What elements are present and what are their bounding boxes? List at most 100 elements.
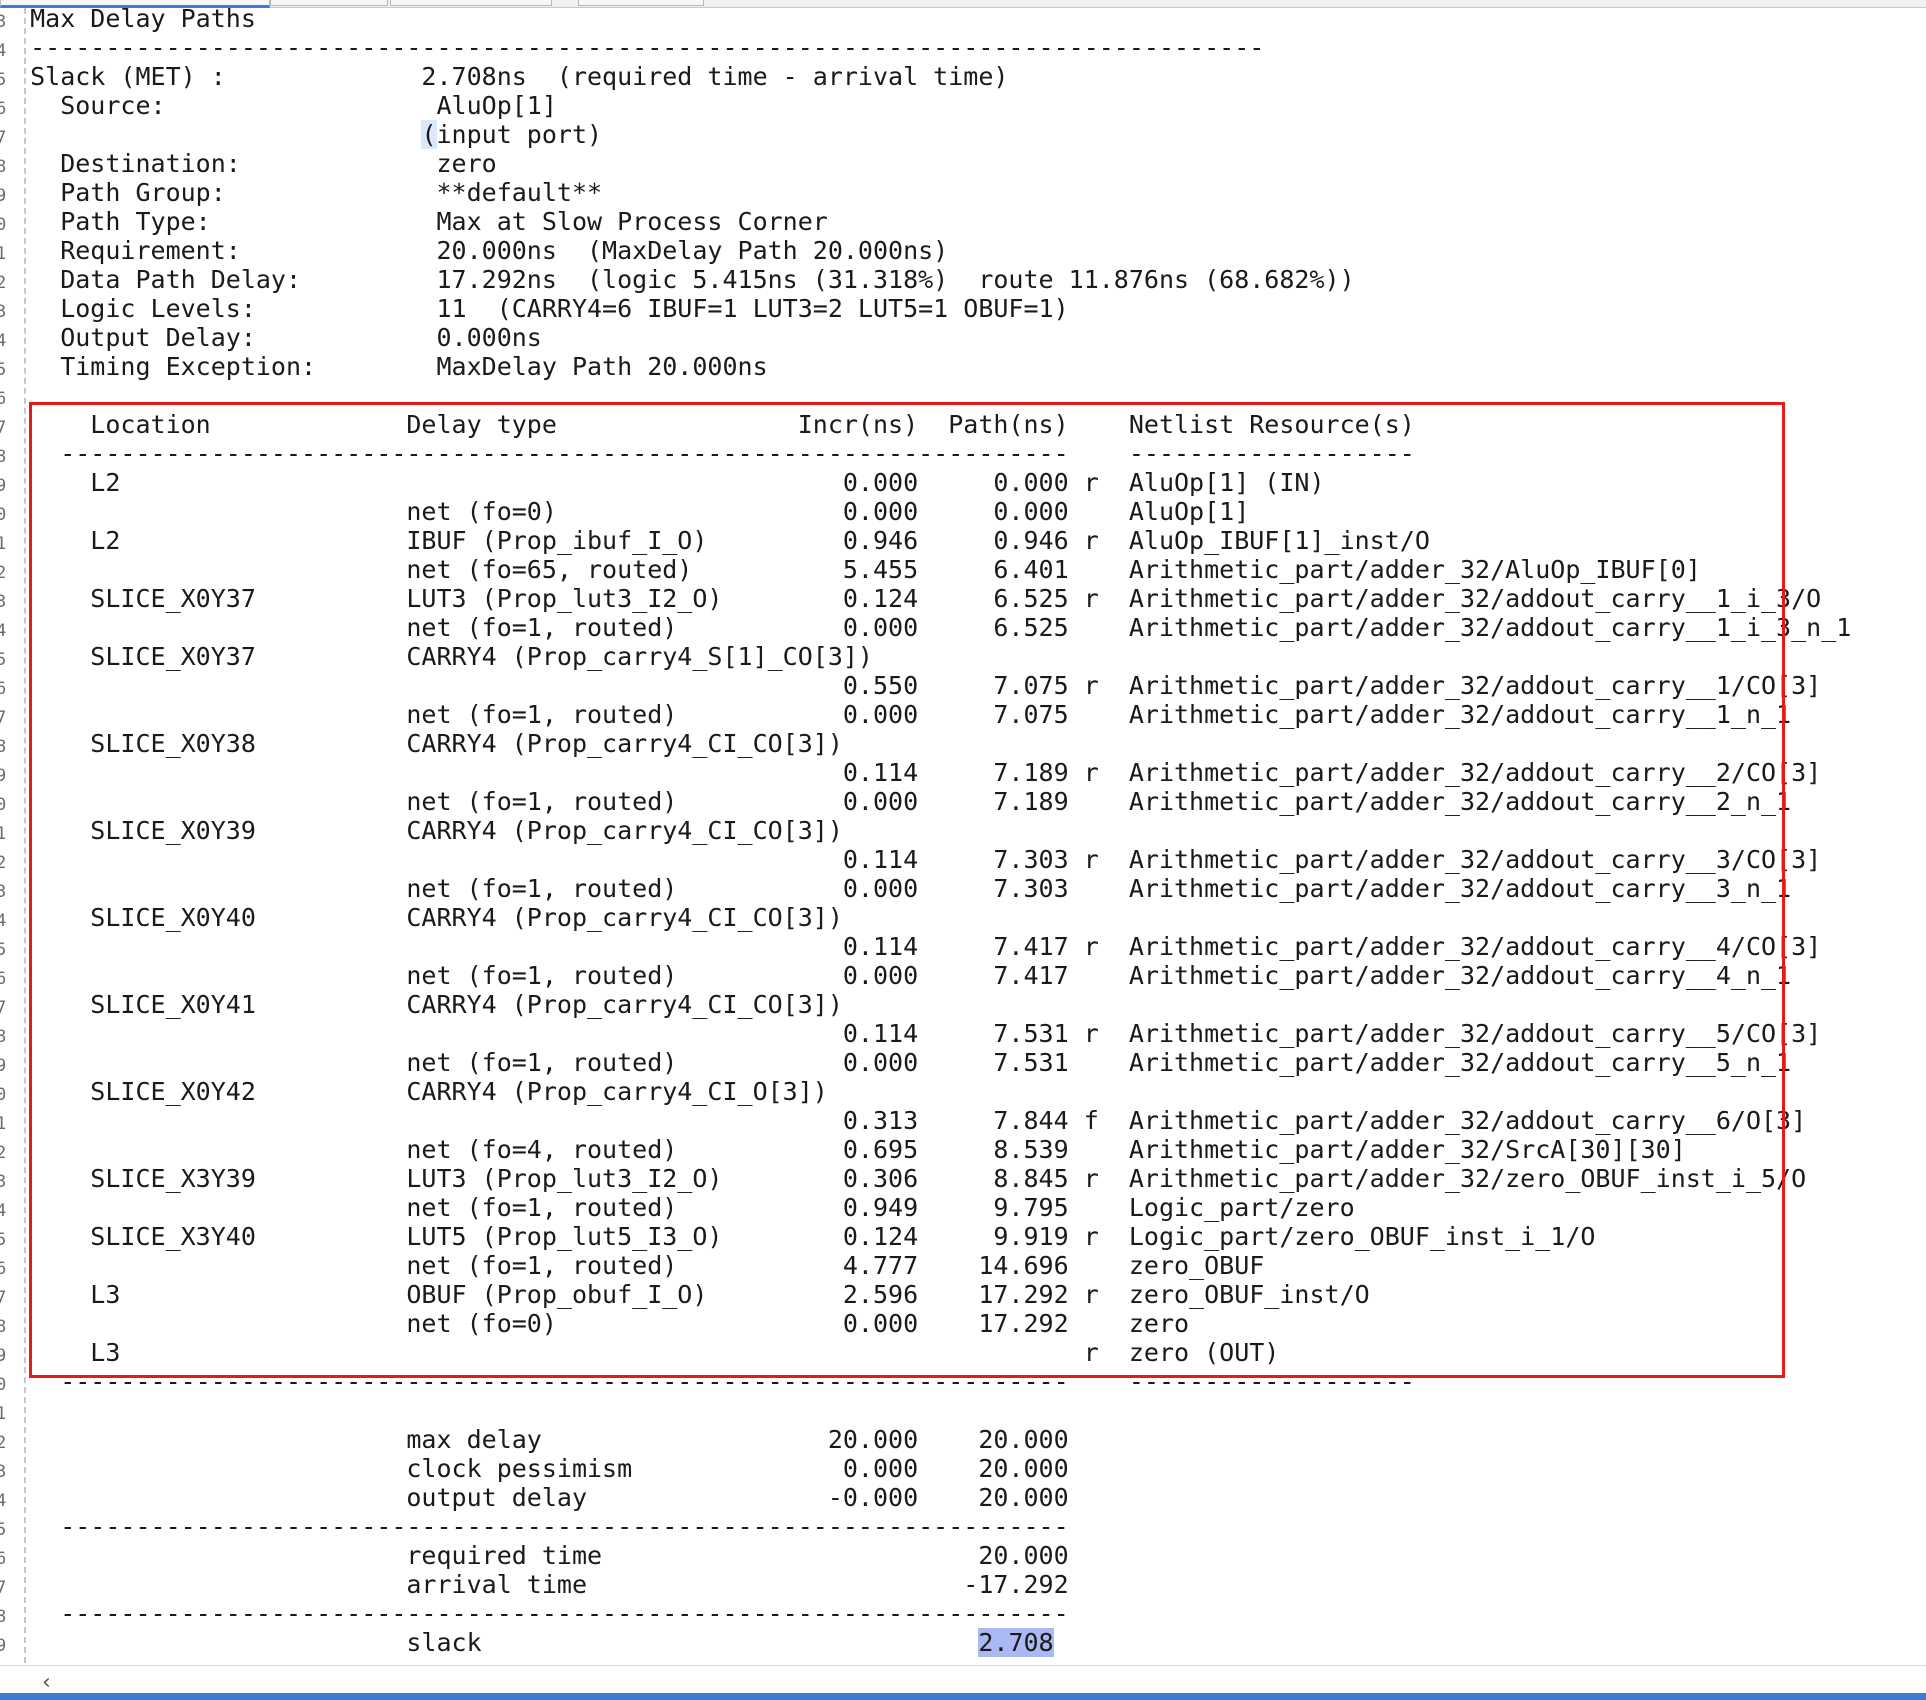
report-line: Logic Levels: 11 (CARRY4=6 IBUF=1 LUT3=2… bbox=[0, 294, 1069, 323]
report-line-text: Location Delay type Incr(ns) Path(ns) Ne… bbox=[0, 410, 1415, 439]
report-line-text: L2 0.000 0.000 r AluOp[1] (IN) bbox=[0, 468, 1325, 497]
report-line: SLICE_X0Y40 CARRY4 (Prop_carry4_CI_CO[3]… bbox=[0, 903, 843, 932]
report-line-text: Path Group: **default** bbox=[0, 178, 603, 207]
report-line: SLICE_X3Y39 LUT3 (Prop_lut3_I2_O) 0.306 … bbox=[0, 1164, 1806, 1193]
report-line: Path Type: Max at Slow Process Corner bbox=[0, 207, 828, 236]
report-line-text: 0.114 7.303 r Arithmetic_part/adder_32/a… bbox=[0, 845, 1822, 874]
report-line: SLICE_X0Y38 CARRY4 (Prop_carry4_CI_CO[3]… bbox=[0, 729, 843, 758]
report-line-text: Requirement: 20.000ns (MaxDelay Path 20.… bbox=[0, 236, 949, 265]
report-line: Requirement: 20.000ns (MaxDelay Path 20.… bbox=[0, 236, 948, 265]
report-line-text: L3 OBUF (Prop_obuf_I_O) 2.596 17.292 r z… bbox=[0, 1280, 1370, 1309]
cursor-bracket-highlight: ( bbox=[421, 120, 437, 149]
report-line: net (fo=1, routed) 0.000 6.525 Arithmeti… bbox=[0, 613, 1851, 642]
report-line-text: 0.114 7.189 r Arithmetic_part/adder_32/a… bbox=[0, 758, 1822, 787]
report-line: Timing Exception: MaxDelay Path 20.000ns bbox=[0, 352, 768, 381]
report-line: max delay 20.000 20.000 bbox=[0, 1425, 1069, 1454]
report-line: Data Path Delay: 17.292ns (logic 5.415ns… bbox=[0, 265, 1354, 294]
chevron-left-icon[interactable]: ‹ bbox=[42, 1670, 51, 1695]
report-line-text: net (fo=1, routed) 0.000 6.525 Arithmeti… bbox=[0, 613, 1852, 642]
report-line: net (fo=0) 0.000 17.292 zero bbox=[0, 1309, 1189, 1338]
report-line: Location Delay type Incr(ns) Path(ns) Ne… bbox=[0, 410, 1415, 439]
report-line-text: max delay 20.000 20.000 bbox=[0, 1425, 1069, 1454]
status-accent-bar bbox=[0, 1693, 1926, 1700]
report-line: SLICE_X0Y41 CARRY4 (Prop_carry4_CI_CO[3]… bbox=[0, 990, 843, 1019]
report-line-text: ----------------------------------------… bbox=[0, 1512, 1069, 1541]
report-line: arrival time -17.292 bbox=[0, 1570, 1069, 1599]
report-line: net (fo=1, routed) 0.000 7.189 Arithmeti… bbox=[0, 787, 1791, 816]
report-line: ----------------------------------------… bbox=[0, 33, 1264, 62]
report-line: SLICE_X0Y42 CARRY4 (Prop_carry4_CI_O[3]) bbox=[0, 1077, 828, 1106]
report-line-text: L3 r zero (OUT) bbox=[0, 1338, 1280, 1367]
report-line: net (fo=1, routed) 0.000 7.417 Arithmeti… bbox=[0, 961, 1791, 990]
report-line-text: net (fo=1, routed) 0.000 7.189 Arithmeti… bbox=[0, 787, 1792, 816]
report-line-text: Max Delay Paths bbox=[0, 4, 256, 33]
report-line-text: net (fo=1, routed) 0.949 9.795 Logic_par… bbox=[0, 1193, 1355, 1222]
report-line-text: 0.114 7.531 r Arithmetic_part/adder_32/a… bbox=[0, 1019, 1822, 1048]
report-line-text: SLICE_X0Y41 CARRY4 (Prop_carry4_CI_CO[3]… bbox=[0, 990, 843, 1019]
report-line: L2 IBUF (Prop_ibuf_I_O) 0.946 0.946 r Al… bbox=[0, 526, 1430, 555]
report-line-text: clock pessimism 0.000 20.000 bbox=[0, 1454, 1069, 1483]
report-line: SLICE_X3Y40 LUT5 (Prop_lut5_I3_O) 0.124 … bbox=[0, 1222, 1595, 1251]
report-line: net (fo=4, routed) 0.695 8.539 Arithmeti… bbox=[0, 1135, 1685, 1164]
report-line: net (fo=65, routed) 5.455 6.401 Arithmet… bbox=[0, 555, 1701, 584]
report-line: L3 r zero (OUT) bbox=[0, 1338, 1279, 1367]
selected-slack-value[interactable]: 2.708 bbox=[978, 1628, 1054, 1657]
report-line-text: net (fo=1, routed) 0.000 7.303 Arithmeti… bbox=[0, 874, 1792, 903]
report-line-text: ----------------------------------------… bbox=[0, 1367, 1415, 1396]
report-text-editor[interactable]: Max Delay Paths ------------------------… bbox=[0, 0, 1926, 1665]
report-line-text: SLICE_X0Y37 LUT3 (Prop_lut3_I2_O) 0.124 … bbox=[0, 584, 1822, 613]
report-line: net (fo=1, routed) 0.949 9.795 Logic_par… bbox=[0, 1193, 1355, 1222]
report-line-text: arrival time -17.292 bbox=[0, 1570, 1069, 1599]
report-line: clock pessimism 0.000 20.000 bbox=[0, 1454, 1069, 1483]
report-line-text: Logic Levels: 11 (CARRY4=6 IBUF=1 LUT3=2… bbox=[0, 294, 1069, 323]
report-line-text: net (fo=65, routed) 5.455 6.401 Arithmet… bbox=[0, 555, 1701, 584]
report-line-text: net (fo=1, routed) 0.000 7.075 Arithmeti… bbox=[0, 700, 1792, 729]
report-line: (input port) bbox=[0, 120, 602, 149]
report-line-text: SLICE_X3Y40 LUT5 (Prop_lut5_I3_O) 0.124 … bbox=[0, 1222, 1596, 1251]
report-line-text: 0.313 7.844 f Arithmetic_part/adder_32/a… bbox=[0, 1106, 1807, 1135]
report-line-text: SLICE_X3Y39 LUT3 (Prop_lut3_I2_O) 0.306 … bbox=[0, 1164, 1807, 1193]
report-line-text: Slack (MET) : 2.708ns (required time - a… bbox=[0, 62, 1009, 91]
report-line: ----------------------------------------… bbox=[0, 1599, 1069, 1628]
report-line-text: net (fo=1, routed) 0.000 7.531 Arithmeti… bbox=[0, 1048, 1792, 1077]
report-line-text: Destination: zero bbox=[0, 149, 497, 178]
report-line: Output Delay: 0.000ns bbox=[0, 323, 542, 352]
report-line: Path Group: **default** bbox=[0, 178, 602, 207]
report-line: ----------------------------------------… bbox=[0, 1367, 1415, 1396]
report-line: output delay -0.000 20.000 bbox=[0, 1483, 1069, 1512]
report-line-text: net (fo=0) 0.000 0.000 AluOp[1] bbox=[0, 497, 1250, 526]
report-line-text: required time 20.000 bbox=[0, 1541, 1069, 1570]
report-line: 0.313 7.844 f Arithmetic_part/adder_32/a… bbox=[0, 1106, 1806, 1135]
report-line: SLICE_X0Y39 CARRY4 (Prop_carry4_CI_CO[3]… bbox=[0, 816, 843, 845]
report-line-text: L2 IBUF (Prop_ibuf_I_O) 0.946 0.946 r Al… bbox=[0, 526, 1430, 555]
horizontal-scrollbar[interactable] bbox=[0, 1665, 1926, 1694]
report-line-text: SLICE_X0Y42 CARRY4 (Prop_carry4_CI_O[3]) bbox=[0, 1077, 828, 1106]
report-line-text: 0.114 7.417 r Arithmetic_part/adder_32/a… bbox=[0, 932, 1822, 961]
report-line: net (fo=0) 0.000 0.000 AluOp[1] bbox=[0, 497, 1249, 526]
report-line-text: ----------------------------------------… bbox=[0, 33, 1265, 62]
report-line-text-tail: input port) bbox=[436, 120, 603, 149]
report-line: ----------------------------------------… bbox=[0, 1512, 1069, 1541]
report-line-text: output delay -0.000 20.000 bbox=[0, 1483, 1069, 1512]
report-line: L2 0.000 0.000 r AluOp[1] (IN) bbox=[0, 468, 1325, 497]
report-line-text: Output Delay: 0.000ns bbox=[0, 323, 542, 352]
report-line: L3 OBUF (Prop_obuf_I_O) 2.596 17.292 r z… bbox=[0, 1280, 1370, 1309]
report-line-text: Source: AluOp[1] bbox=[0, 91, 557, 120]
report-line: slack 2.708 bbox=[0, 1628, 1054, 1657]
report-line: net (fo=1, routed) 0.000 7.531 Arithmeti… bbox=[0, 1048, 1791, 1077]
report-line-text: SLICE_X0Y37 CARRY4 (Prop_carry4_S[1]_CO[… bbox=[0, 642, 873, 671]
report-line-text: Timing Exception: MaxDelay Path 20.000ns bbox=[0, 352, 768, 381]
report-line-text: Path Type: Max at Slow Process Corner bbox=[0, 207, 828, 236]
report-line: Max Delay Paths bbox=[0, 4, 256, 33]
report-line-text: net (fo=0) 0.000 17.292 zero bbox=[0, 1309, 1190, 1338]
report-line-text: ----------------------------------------… bbox=[0, 1599, 1069, 1628]
report-line: SLICE_X0Y37 CARRY4 (Prop_carry4_S[1]_CO[… bbox=[0, 642, 873, 671]
report-line-text: net (fo=1, routed) 0.000 7.417 Arithmeti… bbox=[0, 961, 1792, 990]
report-line-text: SLICE_X0Y38 CARRY4 (Prop_carry4_CI_CO[3]… bbox=[0, 729, 843, 758]
report-line-text bbox=[0, 120, 421, 149]
report-line: required time 20.000 bbox=[0, 1541, 1069, 1570]
report-line-text: SLICE_X0Y40 CARRY4 (Prop_carry4_CI_CO[3]… bbox=[0, 903, 843, 932]
report-line-text: 0.550 7.075 r Arithmetic_part/adder_32/a… bbox=[0, 671, 1822, 700]
report-line: SLICE_X0Y37 LUT3 (Prop_lut3_I2_O) 0.124 … bbox=[0, 584, 1821, 613]
report-line: 0.114 7.303 r Arithmetic_part/adder_32/a… bbox=[0, 845, 1821, 874]
